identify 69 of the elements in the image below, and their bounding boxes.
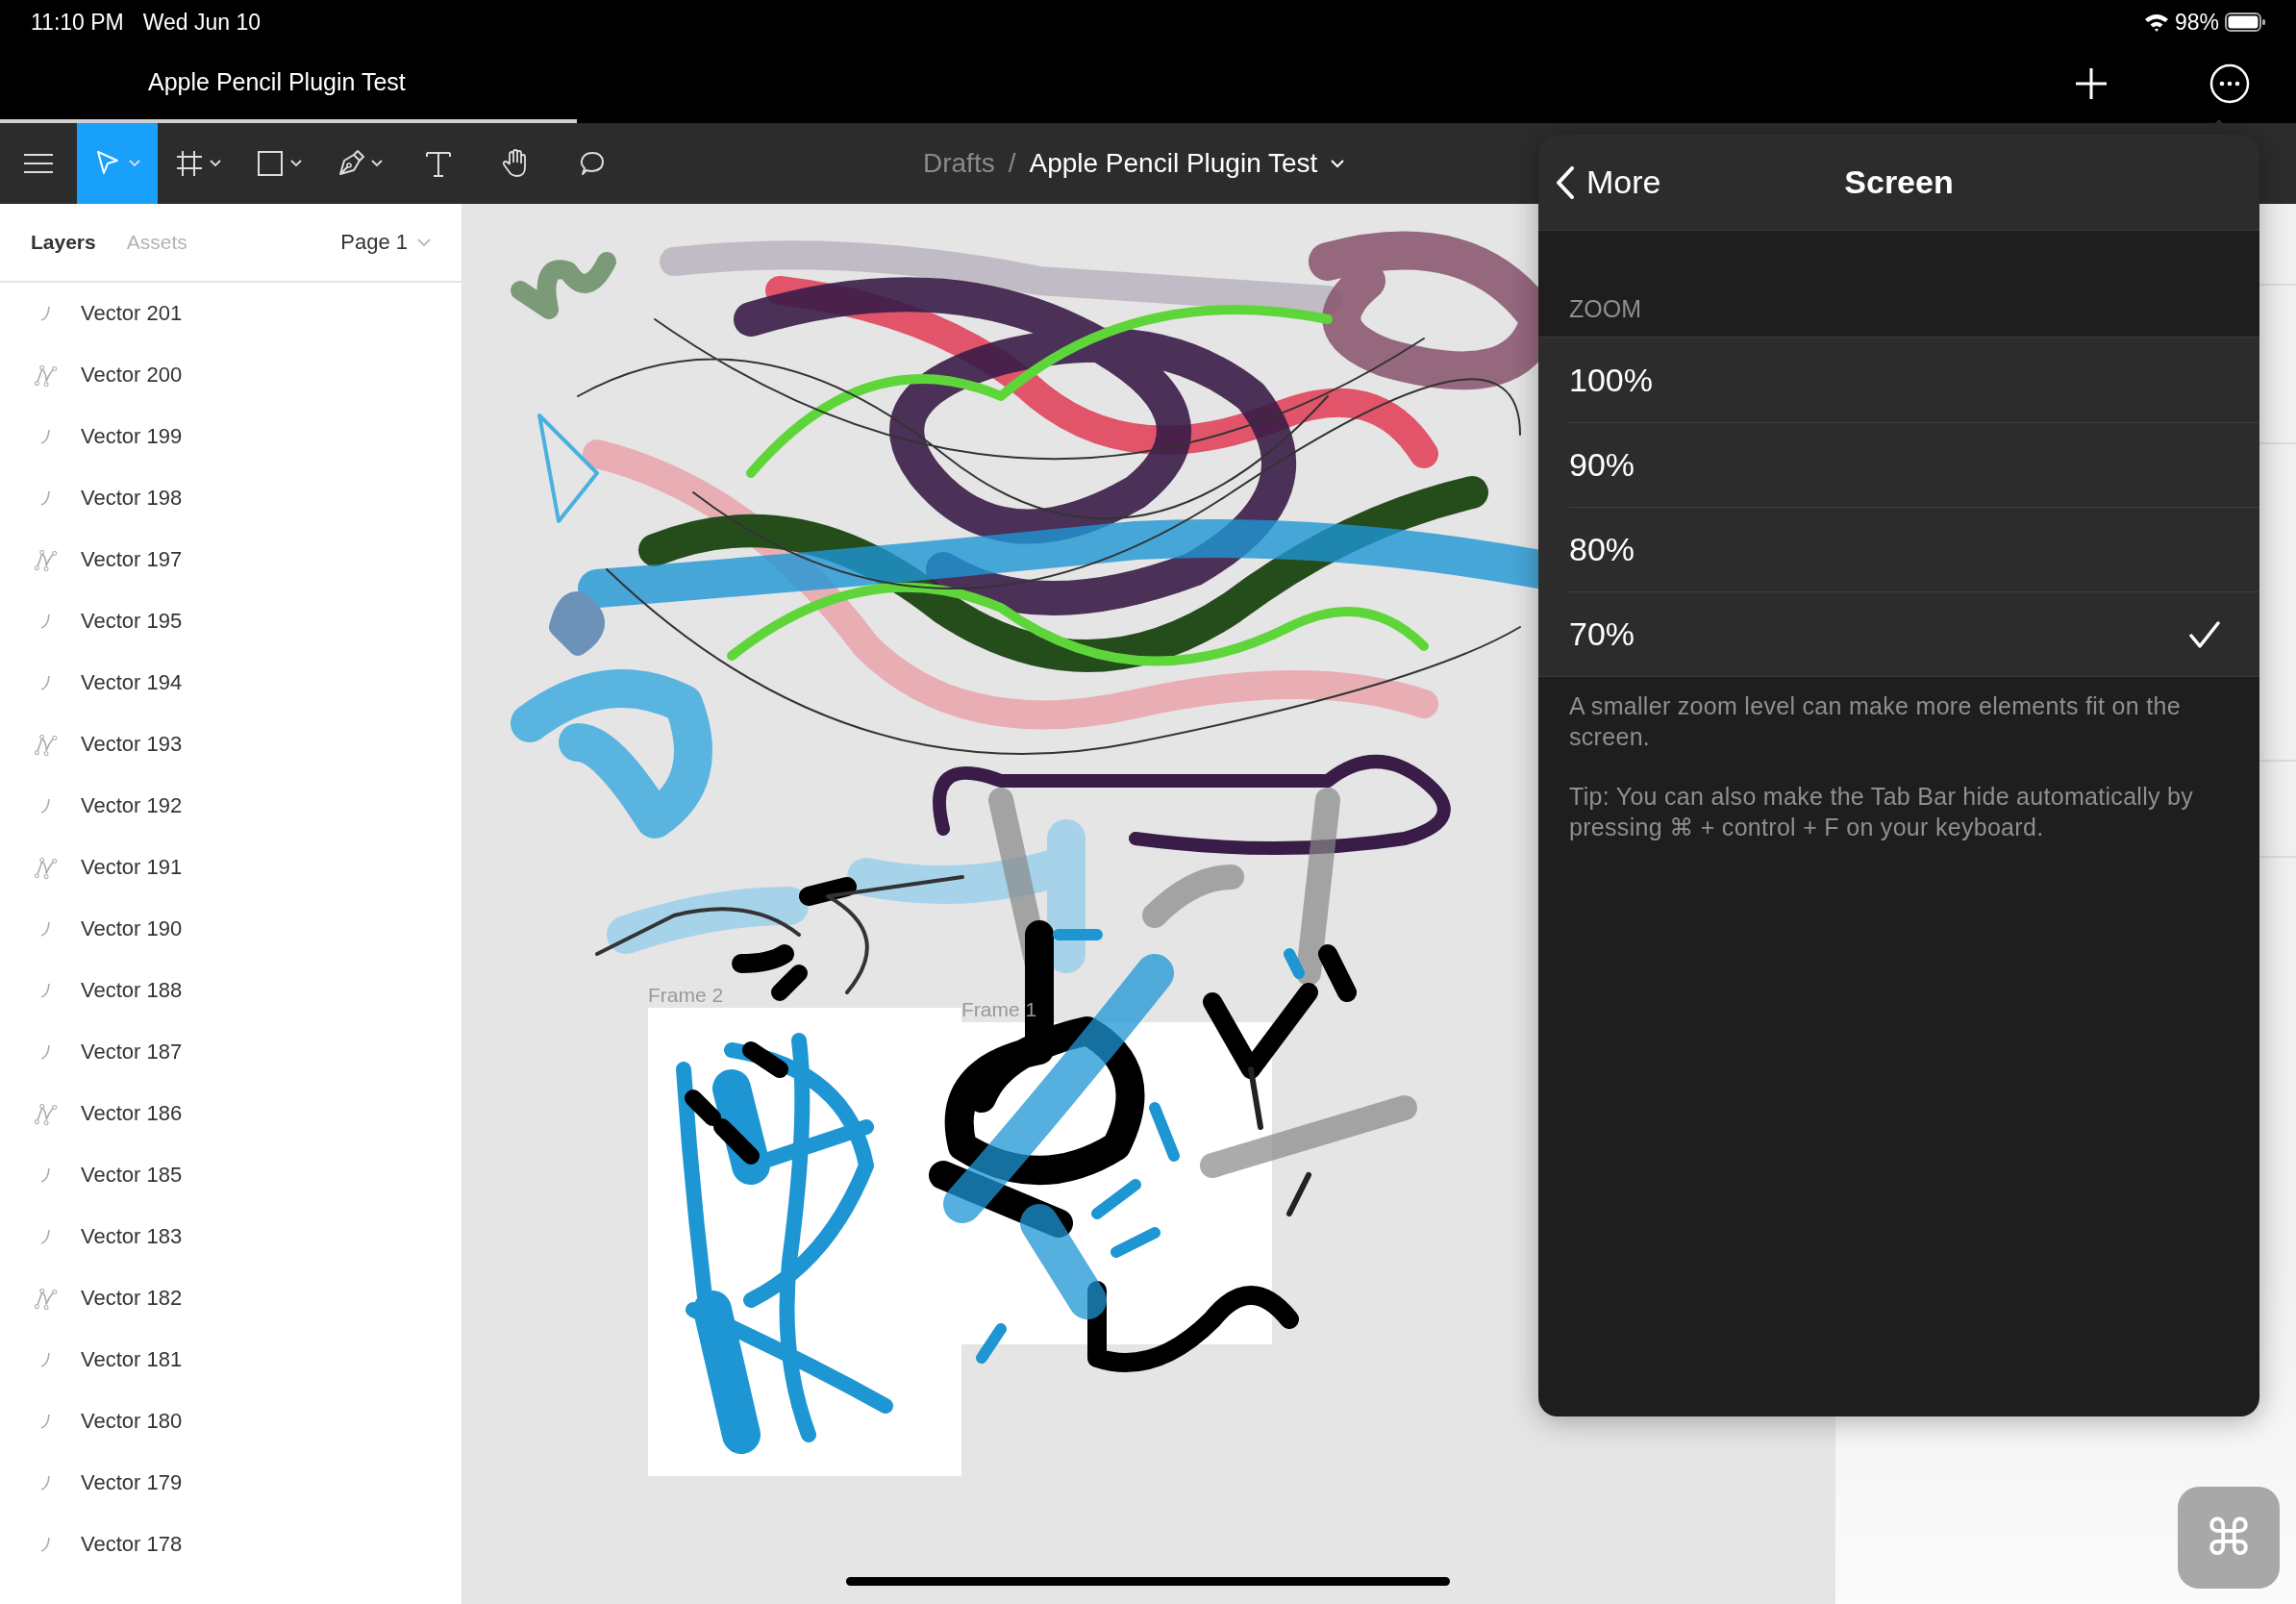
- node-path-icon: [33, 732, 58, 757]
- curve-icon: [40, 1414, 50, 1429]
- layer-row[interactable]: Vector 179: [0, 1452, 462, 1514]
- back-button[interactable]: More: [1538, 163, 1661, 201]
- more-icon[interactable]: [2209, 63, 2250, 104]
- panel-tab[interactable]: Layers: [31, 231, 96, 254]
- curve-icon: [40, 1537, 50, 1552]
- layer-row[interactable]: Vector 187: [0, 1021, 462, 1083]
- pen-icon: [337, 149, 365, 178]
- layer-row[interactable]: Vector 186: [0, 1083, 462, 1144]
- menu-icon: [24, 153, 53, 174]
- layer-row[interactable]: Vector 182: [0, 1267, 462, 1329]
- layer-row[interactable]: Vector 188: [0, 960, 462, 1021]
- node-path-icon: [33, 363, 58, 388]
- curve-icon: [40, 306, 50, 321]
- curve-icon: [40, 983, 50, 998]
- breadcrumb-file[interactable]: Apple Pencil Plugin Test: [1029, 148, 1318, 179]
- layer-row[interactable]: Vector 190: [0, 898, 462, 960]
- comment-bubble-icon: [578, 149, 607, 178]
- layer-row[interactable]: Vector 193: [0, 714, 462, 775]
- zoom-option[interactable]: 90%: [1569, 422, 2259, 507]
- curve-icon: [40, 614, 50, 629]
- node-path-icon: [33, 855, 58, 880]
- layer-row[interactable]: Vector 195: [0, 590, 462, 652]
- layer-row[interactable]: Vector 200: [0, 344, 462, 406]
- layer-row[interactable]: Vector 181: [0, 1329, 462, 1391]
- page-selector[interactable]: Page 1: [340, 230, 431, 255]
- frame-label[interactable]: Frame 1: [961, 998, 1037, 1020]
- wifi-icon: [2143, 13, 2169, 32]
- layer-row[interactable]: Vector 180: [0, 1391, 462, 1452]
- text-tool-icon: [424, 149, 453, 178]
- curve-icon: [40, 429, 50, 444]
- layer-row[interactable]: Vector 197: [0, 529, 462, 590]
- layer-row[interactable]: Vector 194: [0, 652, 462, 714]
- layer-row[interactable]: Vector 185: [0, 1144, 462, 1206]
- battery-icon: [2225, 13, 2265, 32]
- frame-icon: [175, 149, 204, 178]
- battery-percentage: 98%: [2174, 9, 2219, 36]
- zoom-option[interactable]: 70%: [1569, 591, 2259, 676]
- status-time: 11:10 PM: [31, 9, 124, 36]
- curve-icon: [40, 1167, 50, 1183]
- curve-icon: [40, 675, 50, 690]
- node-path-icon: [33, 1101, 58, 1126]
- plus-icon[interactable]: [2075, 67, 2108, 100]
- status-date: Wed Jun 10: [142, 9, 262, 36]
- layer-row[interactable]: Vector 199: [0, 406, 462, 467]
- popover-title: Screen: [1844, 163, 1954, 201]
- chevron-down-icon[interactable]: [1331, 159, 1345, 168]
- node-path-icon: [33, 547, 58, 572]
- layer-row[interactable]: Vector 183: [0, 1206, 462, 1267]
- layer-row[interactable]: Vector 198: [0, 467, 462, 529]
- layer-row[interactable]: Vector 178: [0, 1514, 462, 1575]
- chevron-down-icon: [417, 238, 431, 247]
- chevron-left-icon: [1556, 165, 1575, 199]
- rectangle-icon: [256, 149, 285, 178]
- layer-row[interactable]: Vector 192: [0, 775, 462, 837]
- curve-icon: [40, 1229, 50, 1244]
- curve-icon: [40, 1475, 50, 1491]
- curve-icon: [40, 1044, 50, 1060]
- curve-icon: [40, 921, 50, 937]
- layer-row[interactable]: Vector 191: [0, 837, 462, 898]
- curve-icon: [40, 1352, 50, 1367]
- breadcrumb-separator: /: [1008, 148, 1016, 179]
- layer-row[interactable]: Vector 201: [0, 283, 462, 344]
- breadcrumb-folder[interactable]: Drafts: [923, 148, 995, 179]
- zoom-option[interactable]: 80%: [1569, 507, 2259, 591]
- curve-icon: [40, 490, 50, 506]
- curve-icon: [40, 798, 50, 814]
- node-path-icon: [33, 1286, 58, 1311]
